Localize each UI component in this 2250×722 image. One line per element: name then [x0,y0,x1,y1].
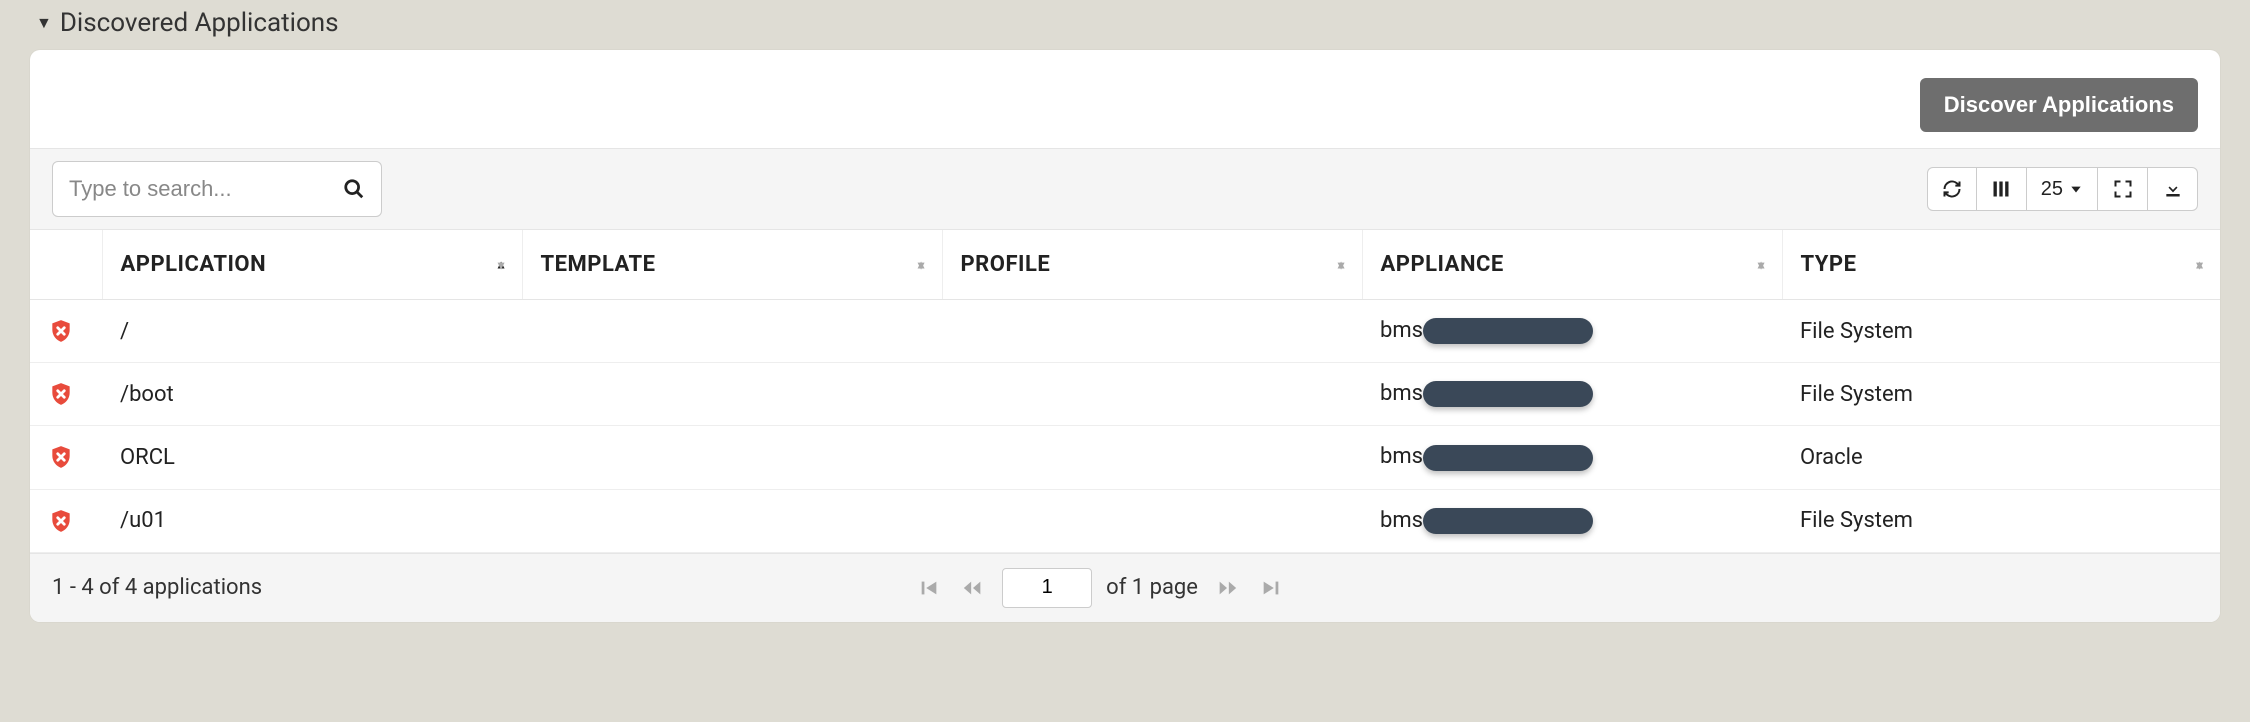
sort-icon: ▲▼ [1755,264,1767,265]
appliance-prefix: bms [1380,444,1423,469]
appliance-prefix: bms [1380,318,1423,343]
table-header-row: APPLICATION ▲▼ TEMPLATE ▲▼ PROFILE [30,230,2220,300]
applications-panel: Discover Applications [30,50,2220,622]
status-cell [30,300,102,363]
appliance-cell: bms [1362,363,1782,426]
first-page-icon [918,577,940,599]
section-header[interactable]: ▼ Discovered Applications [30,0,2220,50]
shield-alert-icon [48,508,84,534]
status-cell [30,363,102,426]
redacted-text [1423,318,1593,344]
sort-icon: ▲▼ [2194,264,2206,265]
type-cell: File System [1782,300,2220,363]
column-header-label: PROFILE [961,252,1051,277]
panel-actions: Discover Applications [30,50,2220,148]
shield-alert-icon [48,381,84,407]
shield-alert-icon [48,444,84,470]
table-row[interactable]: /boot bms File System [30,363,2220,426]
column-header-profile[interactable]: PROFILE ▲▼ [942,230,1362,300]
column-header-label: APPLICATION [121,252,267,277]
toolbar-buttons: 25 [1927,167,2198,211]
first-page-button[interactable] [914,573,944,603]
template-cell [522,426,942,489]
sort-icon: ▲▼ [1335,264,1347,265]
shield-alert-icon [48,318,84,344]
search-wrap [52,161,382,217]
appliance-cell: bms [1362,300,1782,363]
column-header-type[interactable]: TYPE ▲▼ [1782,230,2220,300]
table-row[interactable]: ORCL bms Oracle [30,426,2220,489]
column-header-appliance[interactable]: APPLIANCE ▲▼ [1362,230,1782,300]
pager: of 1 page [262,568,1938,608]
toolbar: 25 [30,148,2220,230]
prev-page-button[interactable] [958,573,988,603]
redacted-text [1423,381,1593,407]
fullscreen-button[interactable] [2098,167,2148,211]
type-cell: File System [1782,363,2220,426]
appliance-prefix: bms [1380,381,1423,406]
download-icon [2163,179,2183,199]
redacted-text [1423,445,1593,471]
status-cell [30,489,102,552]
search-button[interactable] [326,161,382,217]
next-page-icon [1216,577,1238,599]
table-row[interactable]: / bms File System [30,300,2220,363]
prev-page-icon [962,577,984,599]
last-page-button[interactable] [1256,573,1286,603]
collapse-icon: ▼ [36,13,52,33]
type-cell: Oracle [1782,426,2220,489]
appliance-cell: bms [1362,426,1782,489]
sort-icon: ▲▼ [495,264,507,265]
profile-cell [942,363,1362,426]
template-cell [522,489,942,552]
profile-cell [942,300,1362,363]
table-footer: 1 - 4 of 4 applications of 1 page [30,553,2220,622]
search-icon [343,178,365,200]
discover-applications-button[interactable]: Discover Applications [1920,78,2198,132]
application-cell: /boot [102,363,522,426]
redacted-text [1423,508,1593,534]
download-button[interactable] [2148,167,2198,211]
refresh-icon [1942,179,1962,199]
last-page-icon [1260,577,1282,599]
expand-icon [2113,179,2133,199]
refresh-button[interactable] [1927,167,1977,211]
page-size-dropdown[interactable]: 25 [2027,167,2098,211]
column-header-application[interactable]: APPLICATION ▲▼ [102,230,522,300]
page-number-input[interactable] [1002,568,1092,608]
column-header-label: APPLIANCE [1381,252,1504,277]
page-total-text: of 1 page [1106,575,1198,600]
applications-table: APPLICATION ▲▼ TEMPLATE ▲▼ PROFILE [30,230,2220,553]
column-header-template[interactable]: TEMPLATE ▲▼ [522,230,942,300]
table-row[interactable]: /u01 bms File System [30,489,2220,552]
application-cell: ORCL [102,426,522,489]
chevron-down-icon [2069,182,2083,196]
appliance-cell: bms [1362,489,1782,552]
application-cell: /u01 [102,489,522,552]
status-cell [30,426,102,489]
row-count-text: 1 - 4 of 4 applications [52,575,262,600]
column-header-label: TYPE [1801,252,1857,277]
type-cell: File System [1782,489,2220,552]
section-title-text: Discovered Applications [60,8,339,38]
profile-cell [942,426,1362,489]
page-size-value: 25 [2041,178,2063,201]
sort-icon: ▲▼ [915,264,927,265]
column-header-status[interactable] [30,230,102,300]
columns-icon [1991,179,2011,199]
profile-cell [942,489,1362,552]
application-cell: / [102,300,522,363]
template-cell [522,363,942,426]
next-page-button[interactable] [1212,573,1242,603]
column-header-label: TEMPLATE [541,252,656,277]
appliance-prefix: bms [1380,508,1423,533]
template-cell [522,300,942,363]
columns-button[interactable] [1977,167,2027,211]
